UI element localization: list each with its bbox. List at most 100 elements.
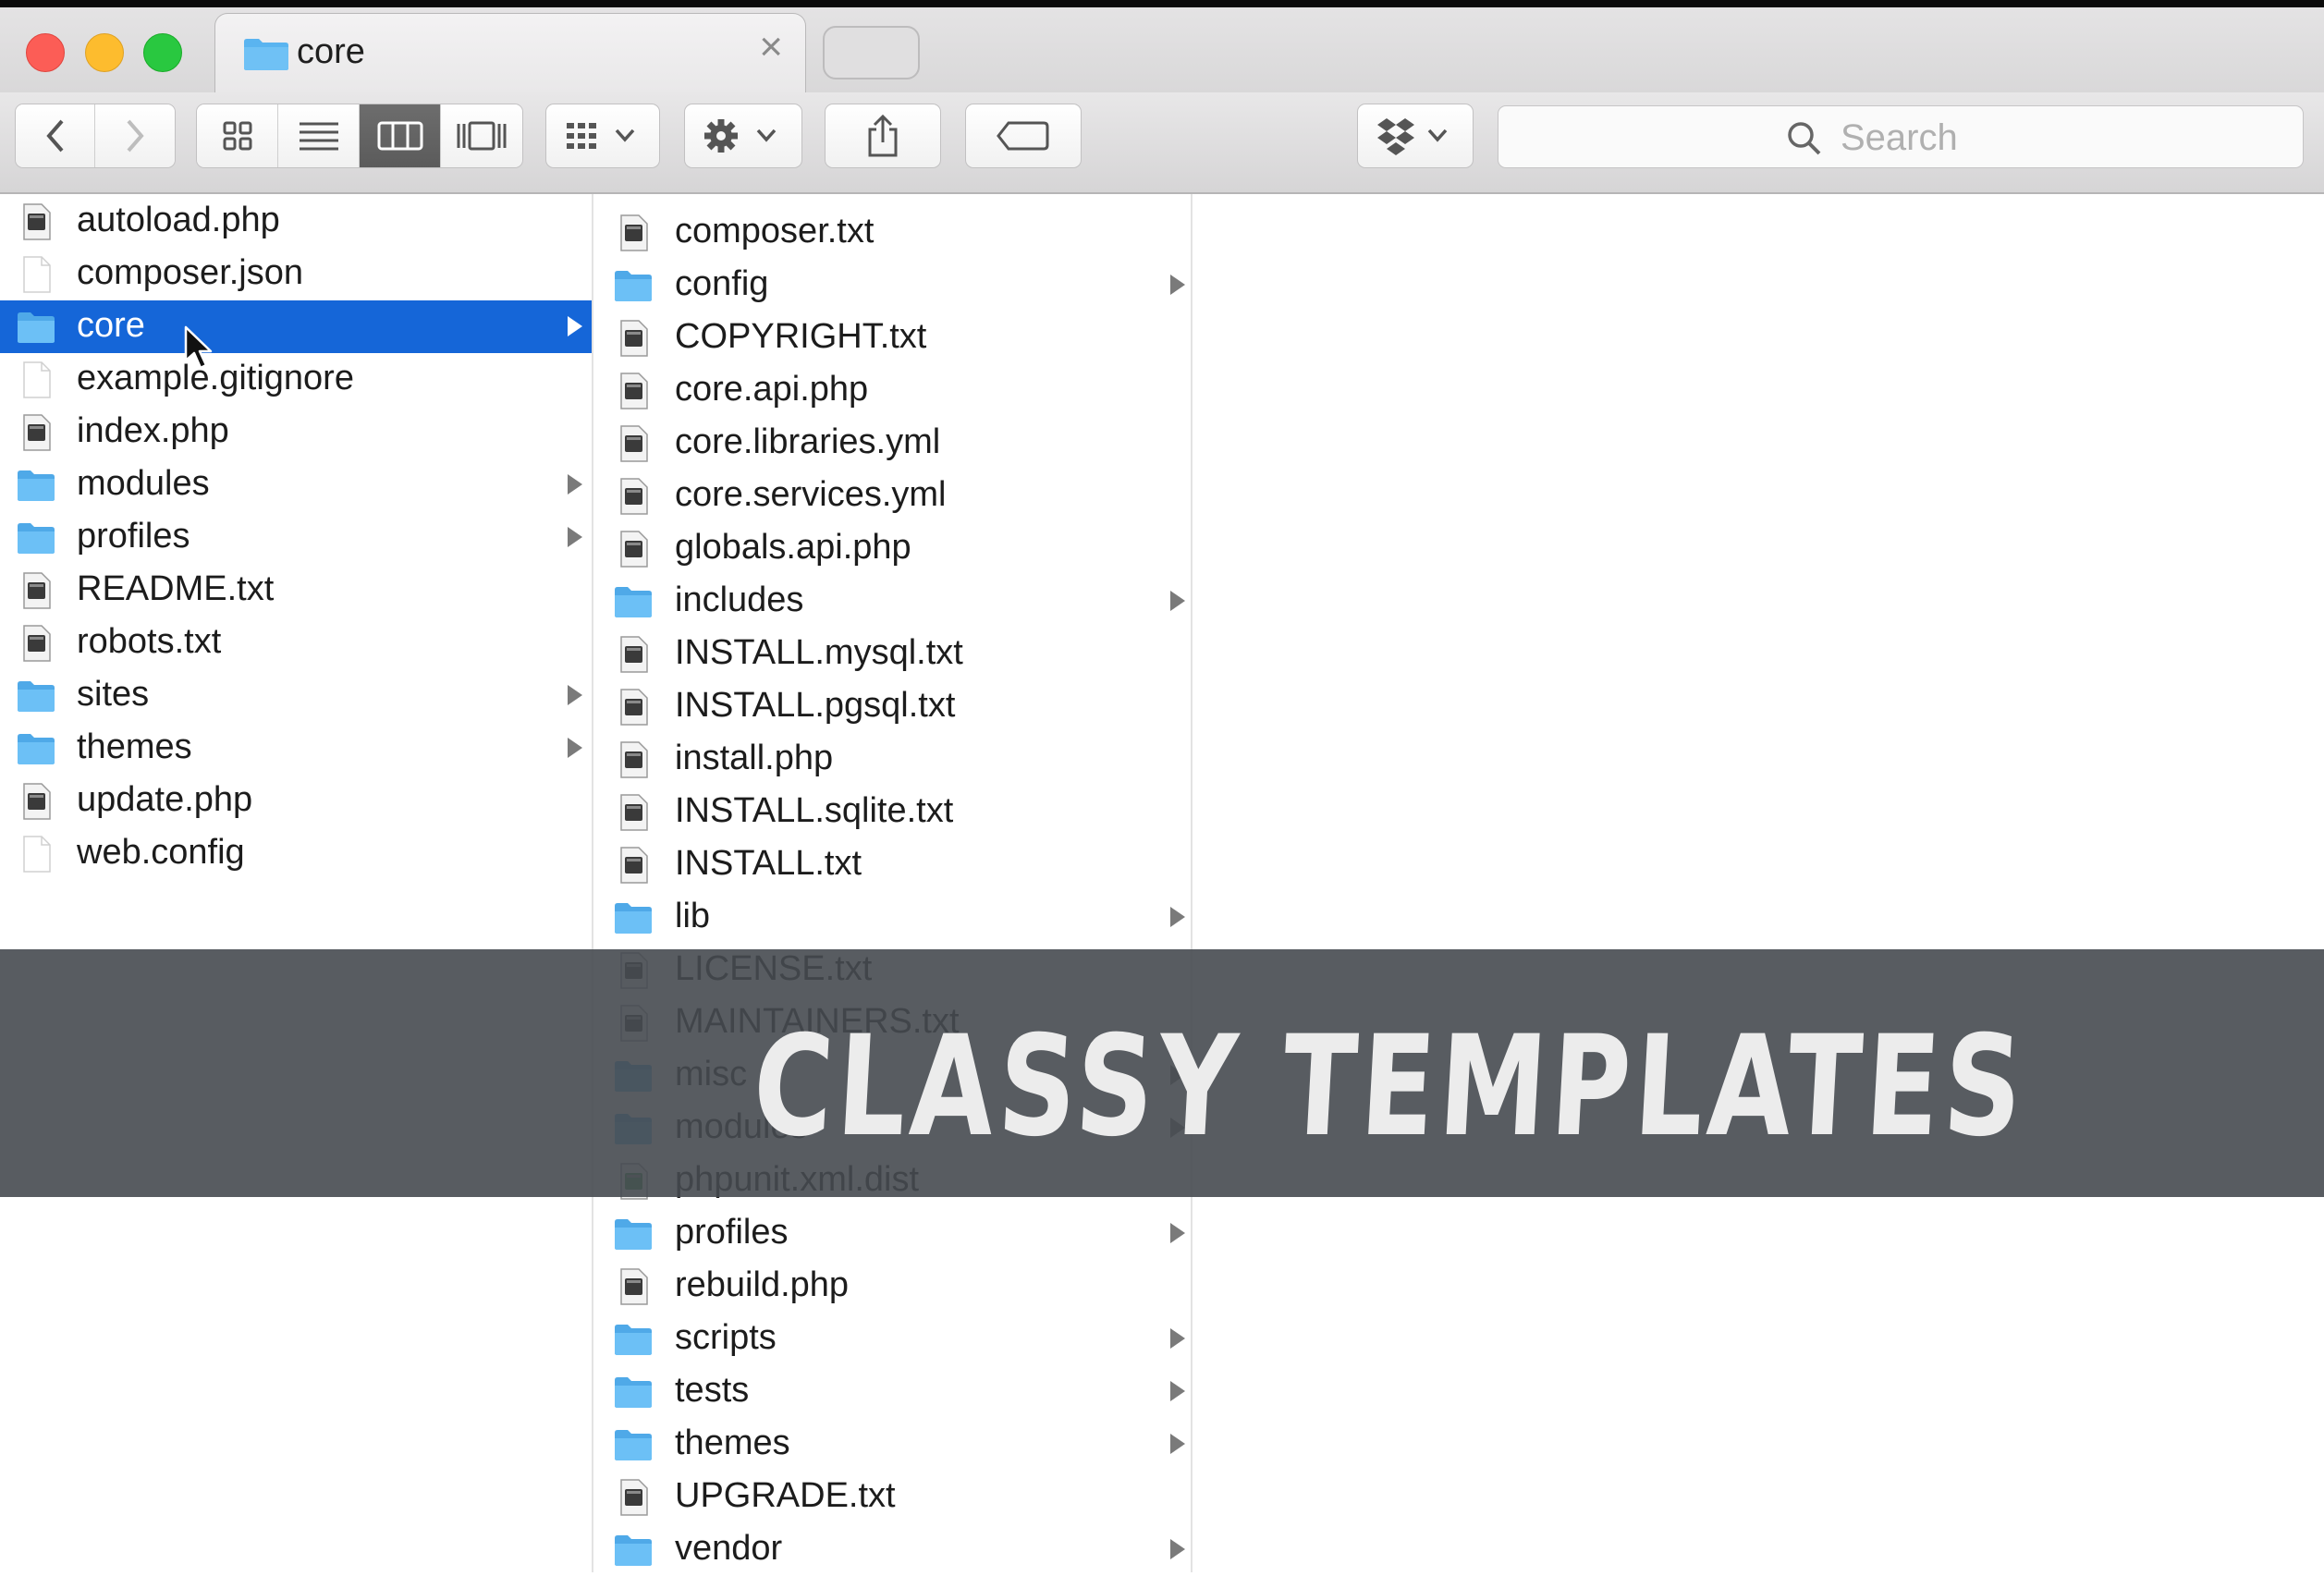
folder-item[interactable]: themes <box>593 1418 1191 1471</box>
back-button[interactable] <box>16 104 95 167</box>
disclosure-arrow-icon <box>1170 1381 1185 1401</box>
cover-flow-button[interactable] <box>441 104 522 167</box>
minimize-window-button[interactable] <box>85 33 124 72</box>
watermark-banner: CLASSY TEMPLATES <box>0 949 2324 1197</box>
column-core: composer.txt config COPYRIGHT.txt core.api.… <box>593 194 1191 1572</box>
folder-icon <box>615 1430 652 1460</box>
disclosure-arrow-icon <box>1170 1434 1185 1454</box>
item-name: core.services.yml <box>675 475 947 514</box>
text-file-icon <box>620 373 648 409</box>
folder-item[interactable]: scripts <box>593 1313 1191 1365</box>
text-file-icon <box>620 1268 648 1305</box>
document-icon <box>23 256 51 293</box>
file-item[interactable]: composer.txt <box>593 206 1191 259</box>
file-item[interactable]: INSTALL.sqlite.txt <box>593 786 1191 838</box>
folder-item[interactable]: vendor <box>593 1523 1191 1576</box>
forward-icon <box>127 119 144 153</box>
item-name: lib <box>675 897 711 935</box>
tag-button[interactable] <box>965 104 1082 168</box>
item-name: README.txt <box>77 569 275 608</box>
zoom-window-button[interactable] <box>143 33 182 72</box>
new-tab-button[interactable] <box>823 26 920 79</box>
text-file-icon <box>620 214 648 251</box>
folder-item[interactable]: core <box>0 300 592 353</box>
folder-item[interactable]: themes <box>0 722 592 775</box>
item-name: rebuild.php <box>675 1265 850 1304</box>
file-item[interactable]: web.config <box>0 827 592 880</box>
file-item[interactable]: INSTALL.pgsql.txt <box>593 680 1191 733</box>
view-mode-buttons <box>196 104 523 168</box>
share-icon <box>868 114 898 157</box>
item-name: core.api.php <box>675 370 869 409</box>
share-button[interactable] <box>825 104 941 168</box>
item-name: profiles <box>77 517 190 556</box>
close-tab-icon[interactable]: × <box>759 27 783 67</box>
item-name: tests <box>675 1371 750 1410</box>
text-file-icon <box>620 531 648 568</box>
item-name: web.config <box>77 833 245 872</box>
folder-item[interactable]: lib <box>593 891 1191 944</box>
dropbox-button[interactable] <box>1357 104 1474 168</box>
icon-view-button[interactable] <box>197 104 278 167</box>
folder-icon <box>615 1377 652 1408</box>
text-file-icon <box>620 478 648 515</box>
text-file-icon <box>620 794 648 831</box>
folder-item[interactable]: profiles <box>0 511 592 564</box>
action-button[interactable] <box>684 104 802 168</box>
toolbar: Search <box>0 92 2324 194</box>
disclosure-arrow-icon <box>1170 907 1185 927</box>
file-item[interactable]: INSTALL.txt <box>593 838 1191 891</box>
search-icon <box>1788 122 1821 155</box>
tab-core[interactable]: core × <box>214 13 806 92</box>
text-file-icon <box>620 689 648 726</box>
file-item[interactable]: COPYRIGHT.txt <box>593 312 1191 364</box>
folder-item[interactable]: config <box>593 259 1191 312</box>
text-file-icon <box>23 783 51 820</box>
file-item[interactable]: composer.json <box>0 248 592 300</box>
folder-item[interactable]: modules <box>0 458 592 511</box>
file-item[interactable]: example.gitignore <box>0 353 592 406</box>
item-name: globals.api.php <box>675 528 911 567</box>
disclosure-arrow-icon <box>1170 1539 1185 1559</box>
watermark-text: CLASSY TEMPLATES <box>749 1007 2031 1167</box>
folder-item[interactable]: tests <box>593 1365 1191 1418</box>
folder-icon <box>18 734 55 764</box>
file-item[interactable]: index.php <box>0 406 592 458</box>
file-item[interactable]: README.txt <box>0 564 592 617</box>
list-view-icon <box>299 122 338 151</box>
file-item[interactable]: rebuild.php <box>593 1260 1191 1313</box>
item-name: install.php <box>675 739 834 777</box>
file-item[interactable]: update.php <box>0 775 592 827</box>
file-item[interactable]: install.php <box>593 733 1191 786</box>
text-file-icon <box>620 636 648 673</box>
list-view-button[interactable] <box>278 104 360 167</box>
column-root: autoload.php composer.json core example.git… <box>0 194 592 1572</box>
dropbox-icon <box>1377 118 1448 155</box>
item-name: robots.txt <box>77 622 222 661</box>
folder-icon <box>18 681 55 712</box>
file-item[interactable]: globals.api.php <box>593 522 1191 575</box>
search-field[interactable]: Search <box>1498 105 2304 168</box>
column-view-button[interactable] <box>360 104 441 167</box>
file-item[interactable]: core.api.php <box>593 364 1191 417</box>
file-item[interactable]: autoload.php <box>0 195 592 248</box>
item-name: INSTALL.txt <box>675 844 862 883</box>
folder-item[interactable]: sites <box>0 669 592 722</box>
folder-icon <box>18 523 55 554</box>
arrange-button[interactable] <box>545 104 660 168</box>
forward-button[interactable] <box>95 104 175 167</box>
column-divider[interactable] <box>1191 194 1193 1572</box>
folder-icon <box>615 903 652 934</box>
tag-icon <box>997 121 1049 151</box>
folder-item[interactable]: includes <box>593 575 1191 628</box>
top-edge <box>0 0 2324 7</box>
close-window-button[interactable] <box>26 33 65 72</box>
file-item[interactable]: robots.txt <box>0 617 592 669</box>
file-item[interactable]: INSTALL.mysql.txt <box>593 628 1191 680</box>
file-item[interactable]: core.services.yml <box>593 470 1191 522</box>
file-item[interactable]: core.libraries.yml <box>593 417 1191 470</box>
item-name: example.gitignore <box>77 359 354 397</box>
folder-item[interactable]: profiles <box>593 1207 1191 1260</box>
file-item[interactable]: UPGRADE.txt <box>593 1471 1191 1523</box>
text-file-icon <box>620 425 648 462</box>
